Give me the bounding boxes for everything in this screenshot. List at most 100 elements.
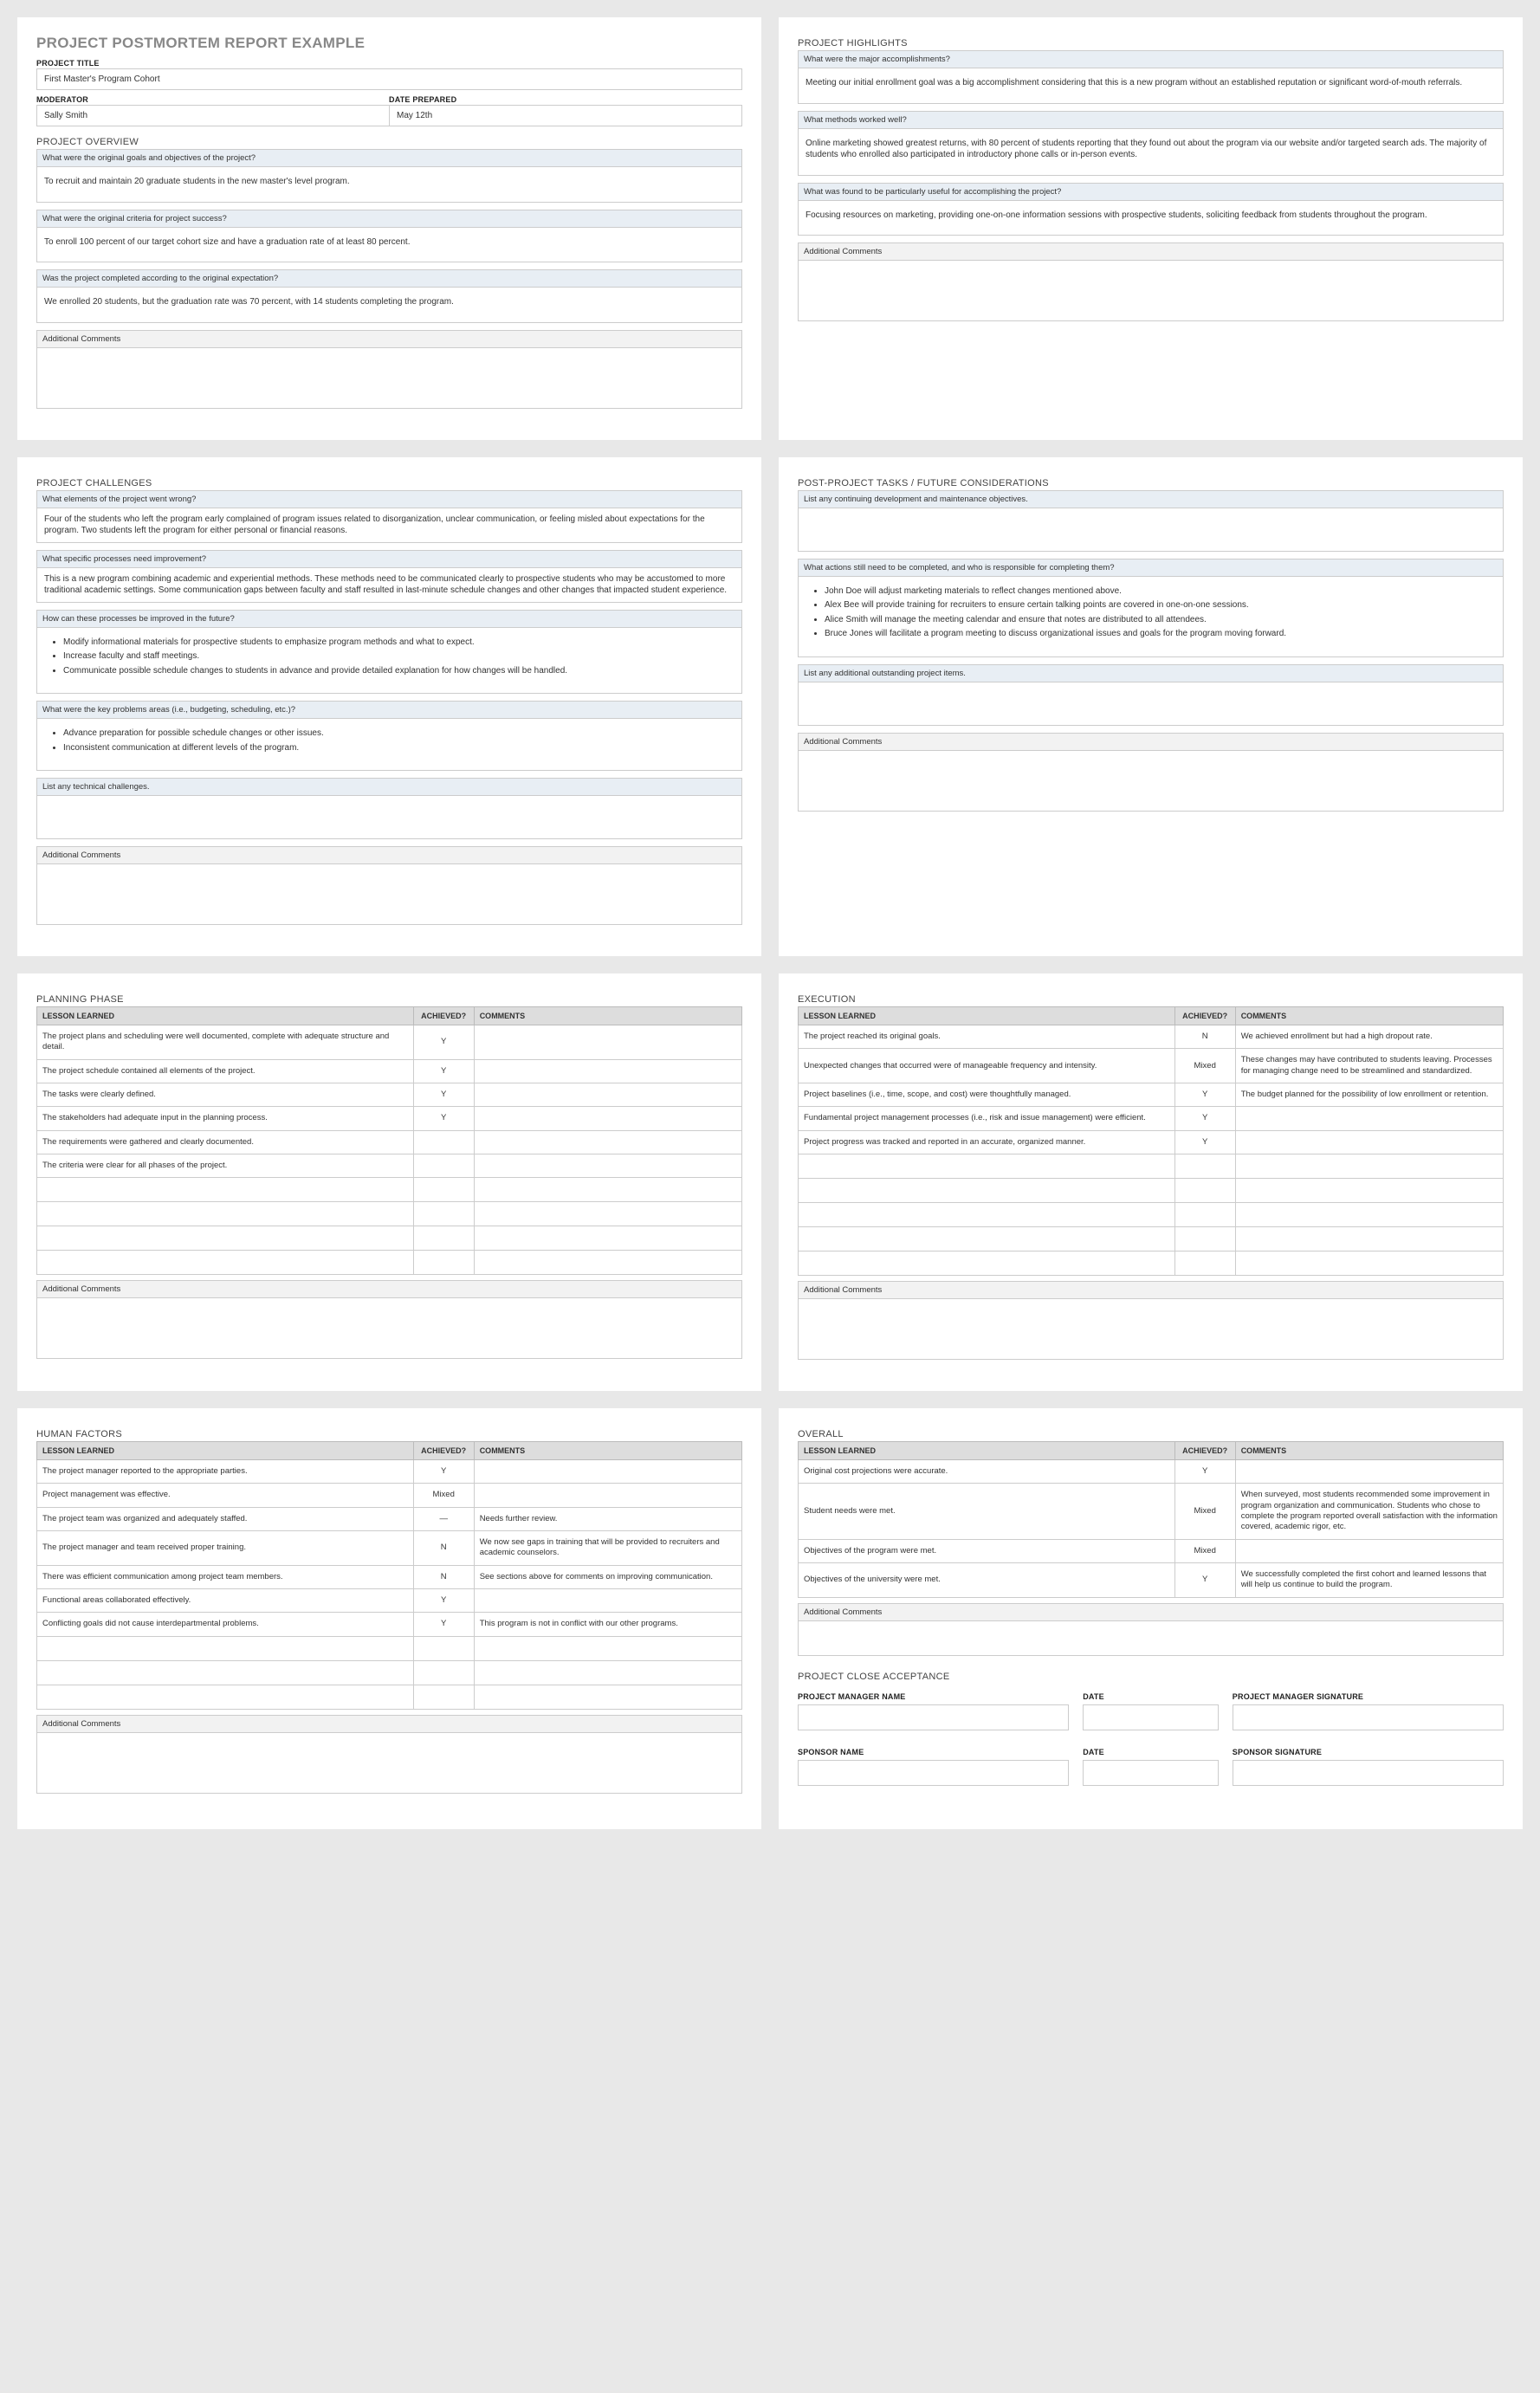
- cell-comments[interactable]: We achieved enrollment but had a high dr…: [1235, 1025, 1503, 1049]
- cell-lesson: The project team was organized and adequ…: [37, 1507, 414, 1530]
- cell-comments[interactable]: [474, 1107, 741, 1130]
- cell-achieved[interactable]: Y: [1174, 1083, 1235, 1107]
- table-row: The project manager reported to the appr…: [37, 1460, 742, 1484]
- cell-achieved[interactable]: Mixed: [413, 1484, 474, 1507]
- cell-achieved[interactable]: [413, 1130, 474, 1154]
- cell-achieved[interactable]: Mixed: [1174, 1049, 1235, 1083]
- highlights-a2[interactable]: Online marketing showed greatest returns…: [798, 129, 1504, 176]
- field-moderator[interactable]: Sally Smith: [36, 105, 390, 126]
- cell-achieved[interactable]: N: [1174, 1025, 1235, 1049]
- challenges-a5[interactable]: [36, 796, 742, 839]
- field-date-prepared[interactable]: May 12th: [389, 105, 742, 126]
- post-q3: List any additional outstanding project …: [798, 664, 1504, 682]
- overview-additional[interactable]: [36, 348, 742, 409]
- cell-comments[interactable]: These changes may have contributed to st…: [1235, 1049, 1503, 1083]
- field-project-title[interactable]: First Master's Program Cohort: [36, 68, 742, 90]
- cell-comments[interactable]: [474, 1059, 741, 1083]
- field-pm-name[interactable]: [798, 1704, 1069, 1730]
- cell-achieved[interactable]: N: [413, 1531, 474, 1566]
- th-achieved: ACHIEVED?: [413, 1442, 474, 1460]
- cell-achieved[interactable]: Y: [413, 1460, 474, 1484]
- cell-achieved[interactable]: Y: [1174, 1107, 1235, 1130]
- cell-comments[interactable]: See sections above for comments on impro…: [474, 1565, 741, 1588]
- post-a2[interactable]: John Doe will adjust marketing materials…: [798, 577, 1504, 657]
- table-row-empty: [799, 1179, 1504, 1203]
- cell-lesson: Conflicting goals did not cause interdep…: [37, 1613, 414, 1636]
- cell-achieved[interactable]: Mixed: [1174, 1539, 1235, 1562]
- post-additional[interactable]: [798, 751, 1504, 812]
- field-date-1[interactable]: [1083, 1704, 1219, 1730]
- planning-additional[interactable]: [36, 1298, 742, 1359]
- table-row: The requirements were gathered and clear…: [37, 1130, 742, 1154]
- table-row: Project management was effective.Mixed: [37, 1484, 742, 1507]
- cell-lesson: Objectives of the university were met.: [799, 1563, 1175, 1598]
- highlights-additional-label: Additional Comments: [798, 243, 1504, 261]
- cell-comments[interactable]: [474, 1589, 741, 1613]
- cell-comments[interactable]: [474, 1025, 741, 1060]
- table-row: The project team was organized and adequ…: [37, 1507, 742, 1530]
- cell-comments[interactable]: [1235, 1130, 1503, 1154]
- cell-achieved[interactable]: Y: [1174, 1460, 1235, 1484]
- cell-comments[interactable]: The budget planned for the possibility o…: [1235, 1083, 1503, 1107]
- table-row: The criteria were clear for all phases o…: [37, 1154, 742, 1178]
- th-achieved: ACHIEVED?: [1174, 1007, 1235, 1025]
- post-a1[interactable]: [798, 508, 1504, 552]
- table-row-empty: [37, 1660, 742, 1685]
- cell-lesson: The project manager reported to the appr…: [37, 1460, 414, 1484]
- cell-achieved[interactable]: Y: [413, 1613, 474, 1636]
- cell-comments[interactable]: [474, 1484, 741, 1507]
- cell-comments[interactable]: Needs further review.: [474, 1507, 741, 1530]
- cell-achieved[interactable]: Y: [1174, 1130, 1235, 1154]
- highlights-a3[interactable]: Focusing resources on marketing, providi…: [798, 201, 1504, 236]
- page-title: PROJECT POSTMORTEM REPORT EXAMPLE: [36, 35, 742, 52]
- cell-comments[interactable]: This program is not in conflict with our…: [474, 1613, 741, 1636]
- cell-achieved[interactable]: —: [413, 1507, 474, 1530]
- overall-additional[interactable]: [798, 1621, 1504, 1656]
- cell-lesson: The project manager and team received pr…: [37, 1531, 414, 1566]
- post-q1: List any continuing development and main…: [798, 490, 1504, 508]
- field-date-2[interactable]: [1083, 1760, 1219, 1786]
- overview-a2[interactable]: To enroll 100 percent of our target coho…: [36, 228, 742, 263]
- cell-comments[interactable]: We now see gaps in training that will be…: [474, 1531, 741, 1566]
- cell-comments[interactable]: When surveyed, most students recommended…: [1235, 1484, 1503, 1539]
- cell-achieved[interactable]: Y: [413, 1083, 474, 1107]
- challenges-a3[interactable]: Modify informational materials for prosp…: [36, 628, 742, 695]
- challenges-a2[interactable]: This is a new program combining academic…: [36, 568, 742, 603]
- highlights-a1[interactable]: Meeting our initial enrollment goal was …: [798, 68, 1504, 104]
- overview-a1[interactable]: To recruit and maintain 20 graduate stud…: [36, 167, 742, 203]
- cell-achieved[interactable]: Y: [413, 1025, 474, 1060]
- cell-achieved[interactable]: Y: [413, 1589, 474, 1613]
- cell-lesson: The project reached its original goals.: [799, 1025, 1175, 1049]
- challenges-a1[interactable]: Four of the students who left the progra…: [36, 508, 742, 543]
- human-additional[interactable]: [36, 1733, 742, 1794]
- cell-comments[interactable]: [1235, 1539, 1503, 1562]
- field-pm-sig[interactable]: [1233, 1704, 1504, 1730]
- cell-achieved[interactable]: Y: [1174, 1563, 1235, 1598]
- cell-achieved[interactable]: Mixed: [1174, 1484, 1235, 1539]
- overview-a3[interactable]: We enrolled 20 students, but the graduat…: [36, 288, 742, 323]
- overall-additional-label: Additional Comments: [798, 1603, 1504, 1621]
- cell-comments[interactable]: [474, 1460, 741, 1484]
- cell-comments[interactable]: [474, 1154, 741, 1178]
- post-q2: What actions still need to be completed,…: [798, 559, 1504, 577]
- list-item: Increase faculty and staff meetings.: [63, 650, 734, 663]
- cell-achieved[interactable]: [413, 1154, 474, 1178]
- cell-achieved[interactable]: N: [413, 1565, 474, 1588]
- highlights-additional[interactable]: [798, 261, 1504, 321]
- cell-achieved[interactable]: Y: [413, 1059, 474, 1083]
- challenges-a4[interactable]: Advance preparation for possible schedul…: [36, 719, 742, 771]
- cell-comments[interactable]: [474, 1130, 741, 1154]
- challenges-additional[interactable]: [36, 864, 742, 925]
- list-item: Alice Smith will manage the meeting cale…: [825, 614, 1496, 626]
- execution-additional[interactable]: [798, 1299, 1504, 1360]
- cell-comments[interactable]: [1235, 1107, 1503, 1130]
- cell-lesson: Student needs were met.: [799, 1484, 1175, 1539]
- list-item: Inconsistent communication at different …: [63, 742, 734, 754]
- field-sp-name[interactable]: [798, 1760, 1069, 1786]
- field-sp-sig[interactable]: [1233, 1760, 1504, 1786]
- cell-achieved[interactable]: Y: [413, 1107, 474, 1130]
- post-a3[interactable]: [798, 682, 1504, 726]
- cell-comments[interactable]: [474, 1083, 741, 1107]
- cell-comments[interactable]: We successfully completed the first coho…: [1235, 1563, 1503, 1598]
- cell-comments[interactable]: [1235, 1460, 1503, 1484]
